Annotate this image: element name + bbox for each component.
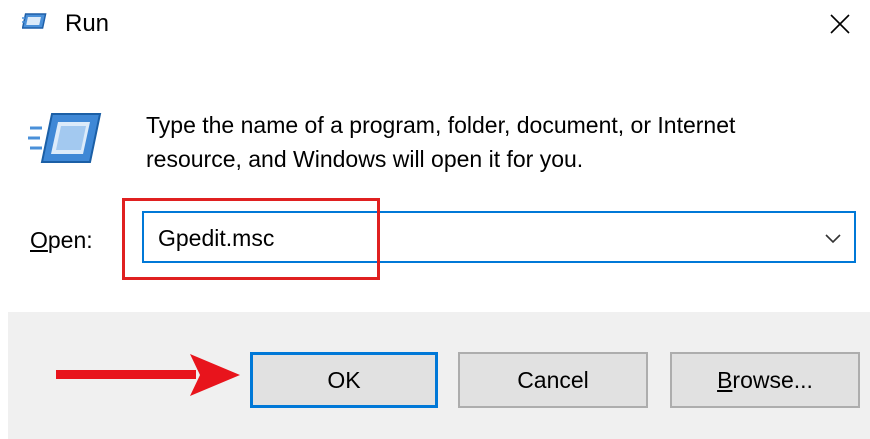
dropdown-button[interactable] <box>820 225 846 251</box>
browse-button-label: rowse... <box>732 366 813 393</box>
ok-button[interactable]: OK <box>250 352 438 408</box>
browse-button[interactable]: Browse... <box>670 352 860 408</box>
run-icon <box>21 12 48 32</box>
chevron-down-icon <box>825 234 841 244</box>
open-label-text: pen: <box>47 227 93 253</box>
run-icon <box>28 110 104 172</box>
window-title: Run <box>65 10 110 37</box>
open-label-mnemonic: O <box>30 227 48 253</box>
open-label: Open: <box>30 225 93 255</box>
title-bar[interactable]: Run <box>0 0 870 48</box>
button-bar: OK Cancel Browse... <box>8 312 870 439</box>
cancel-button[interactable]: Cancel <box>458 352 648 408</box>
dialog-description: Type the name of a program, folder, docu… <box>146 108 846 176</box>
cancel-button-label: Cancel <box>517 366 589 393</box>
browse-button-mnemonic: B <box>717 366 733 393</box>
open-combobox[interactable]: Gpedit.msc <box>142 211 856 263</box>
open-input[interactable]: Gpedit.msc <box>158 223 274 253</box>
run-dialog: Run Type the name of a program, folder, … <box>0 0 870 439</box>
ok-button-label: OK <box>327 366 361 393</box>
close-icon <box>830 14 850 34</box>
description-line-2: resource, and Windows will open it for y… <box>146 146 584 172</box>
description-line-1: Type the name of a program, folder, docu… <box>146 112 736 138</box>
close-button[interactable] <box>810 0 870 48</box>
